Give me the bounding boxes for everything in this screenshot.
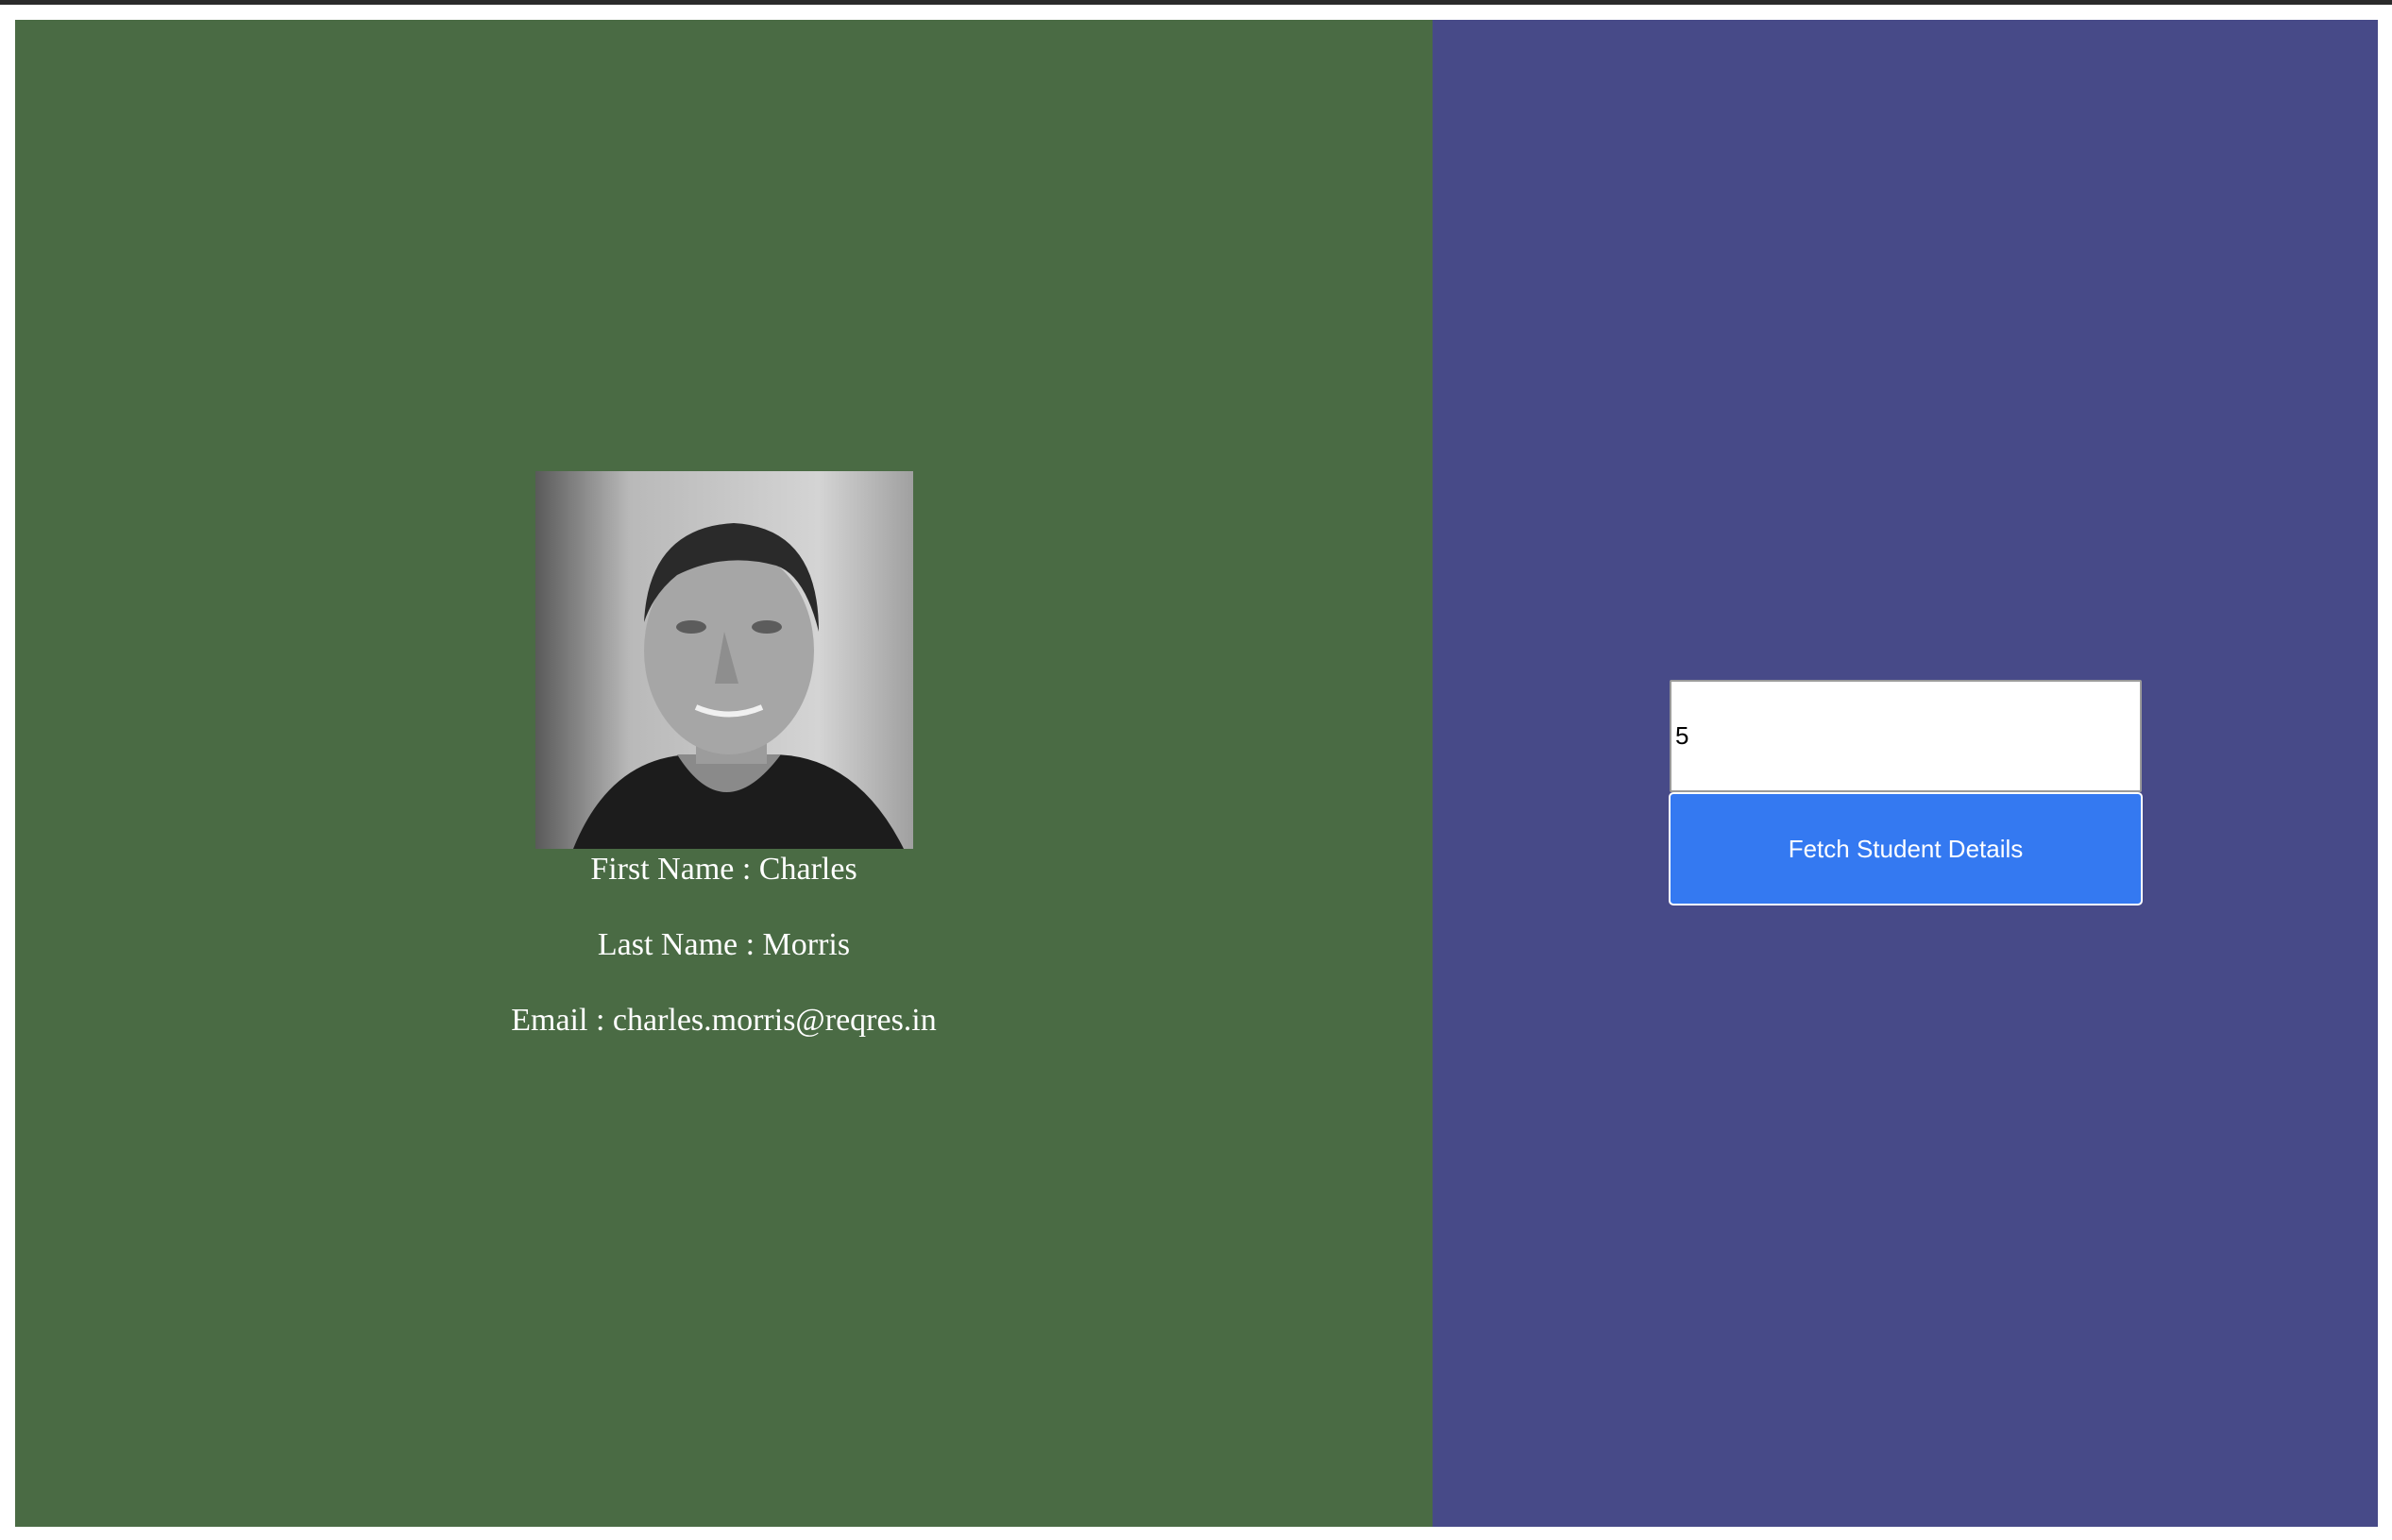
- top-border: [0, 0, 2392, 5]
- student-details-panel: First Name : Charles Last Name : Morris …: [15, 20, 1433, 1527]
- student-id-input[interactable]: [1670, 680, 2142, 792]
- first-name-text: First Name : Charles: [590, 852, 857, 887]
- email-text: Email : charles.morris@reqres.in: [511, 1003, 937, 1038]
- student-profile: First Name : Charles Last Name : Morris …: [15, 471, 1433, 1077]
- last-name-text: Last Name : Morris: [597, 927, 851, 962]
- app-container: First Name : Charles Last Name : Morris …: [15, 20, 2378, 1527]
- fetch-panel: Fetch Student Details: [1433, 20, 2378, 1527]
- fetch-student-details-button[interactable]: Fetch Student Details: [1669, 792, 2143, 905]
- portrait-photo-icon: [534, 471, 913, 849]
- fetch-form: Fetch Student Details: [1669, 680, 2143, 905]
- student-photo: [534, 471, 913, 849]
